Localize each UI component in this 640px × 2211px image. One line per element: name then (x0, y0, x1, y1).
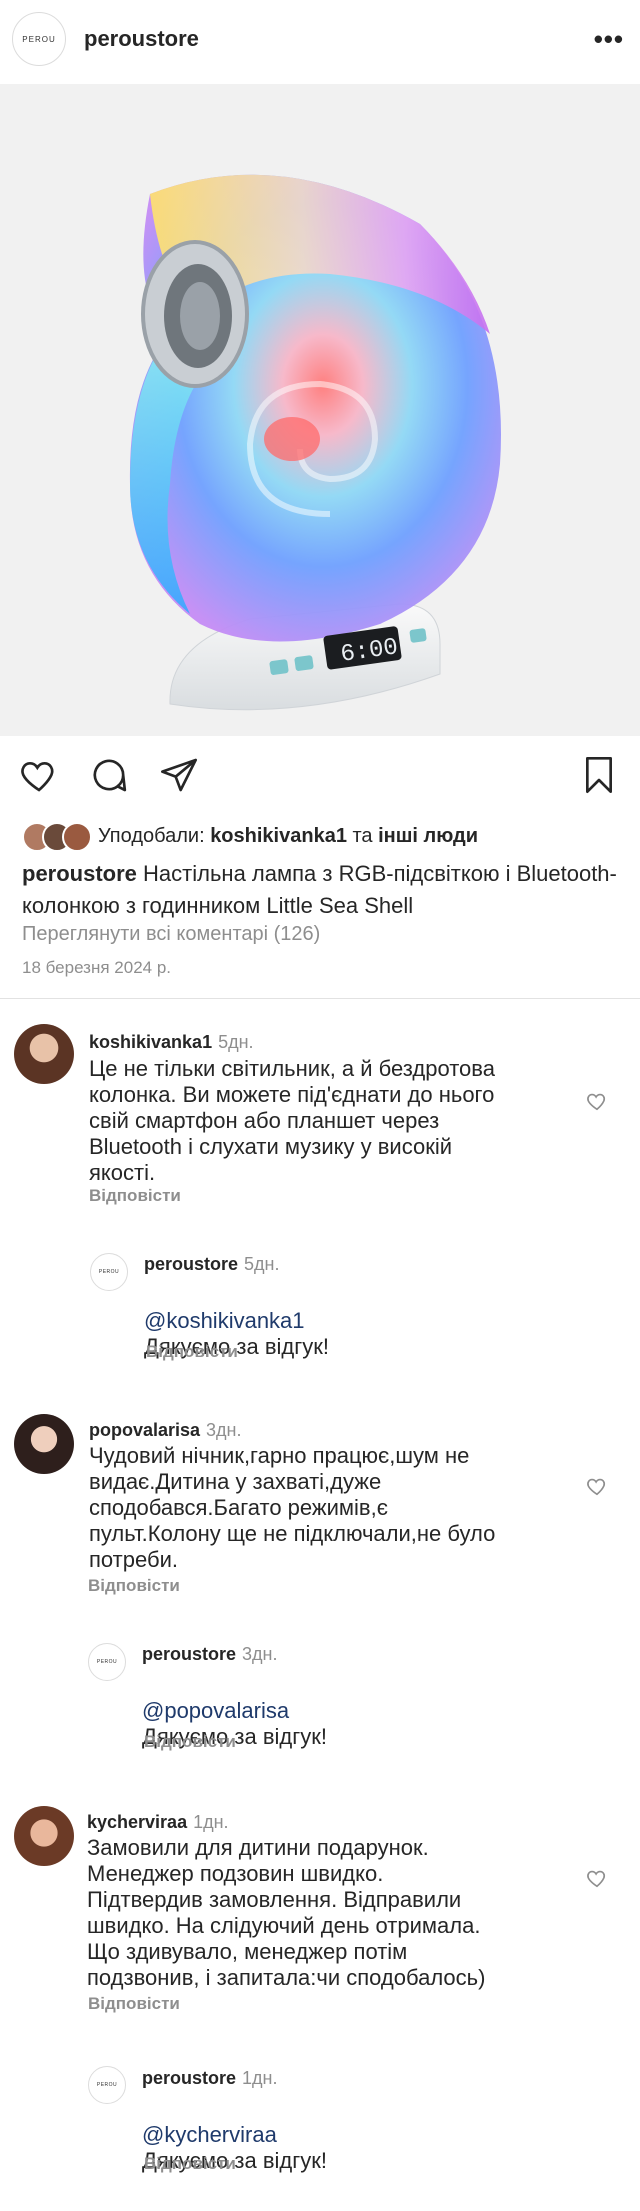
heart-icon (21, 761, 54, 792)
response-mention[interactable]: @koshikivanka1 (144, 1308, 305, 1333)
like-button[interactable] (16, 752, 62, 798)
response-username-row: peroustore 1дн. (142, 2068, 278, 2089)
reply-button[interactable]: Відповісти (144, 1732, 236, 1752)
store-logo-text: PEROU (96, 2082, 118, 2088)
post-caption: peroustore Настільна лампа з RGB-підсвіт… (22, 858, 622, 922)
save-button[interactable] (576, 752, 622, 798)
avatar[interactable] (14, 1024, 74, 1084)
response-username-row: peroustore 5дн. (144, 1254, 280, 1275)
reply-button[interactable]: Відповісти (89, 1186, 181, 1206)
comment-text: Замовили для дитини подарунок. Менеджер … (87, 1835, 486, 1990)
comment-time: 3дн. (206, 1420, 242, 1440)
divider (0, 998, 640, 999)
response-mention[interactable]: @popovalarisa (142, 1698, 289, 1723)
reply-button[interactable]: Відповісти (88, 1576, 180, 1596)
comment-time: 1дн. (193, 1812, 229, 1832)
store-avatar[interactable]: PEROU (12, 12, 66, 66)
comment-username-row: koshikivanka1 5дн. (89, 1032, 254, 1053)
reply-button[interactable]: Відповісти (146, 1342, 238, 1362)
comment-icon (93, 759, 127, 792)
more-options-icon[interactable]: ••• (594, 26, 624, 52)
store-logo-text: PEROU (98, 1269, 120, 1275)
response-mention[interactable]: @kycherviraa (142, 2122, 277, 2147)
bookmark-icon (586, 757, 612, 793)
store-avatar[interactable]: PEROU (88, 1643, 126, 1681)
seashell-lamp-image: 6:00 (129, 174, 501, 711)
comment-username[interactable]: popovalarisa (89, 1420, 200, 1440)
store-logo-text: PEROU (22, 34, 56, 44)
response-text: @popovalarisa Дякуємо за відгук! (142, 1672, 632, 1776)
comment-like-heart-icon[interactable] (586, 1867, 608, 1889)
comment-username[interactable]: kycherviraa (87, 1812, 187, 1832)
comment-username-row: kycherviraa 1дн. (87, 1812, 229, 1833)
likes-prefix: Уподобали: (98, 824, 211, 847)
post-header: PEROU peroustore ••• (0, 0, 640, 78)
comment-like-heart-icon[interactable] (586, 1475, 608, 1497)
likes-summary[interactable]: Уподобали: koshikivanka1 та інші люди (22, 820, 478, 852)
comment-text: Чудовий нічник,гарно працює,шум не видає… (89, 1443, 496, 1572)
response-time: 3дн. (242, 1644, 278, 1664)
liker-avatars (22, 820, 92, 852)
likes-others[interactable]: інші люди (378, 825, 478, 848)
response-text: @kycherviraa Дякуємо за відгук! (142, 2096, 632, 2200)
response-username[interactable]: peroustore (142, 1644, 236, 1664)
avatar (62, 822, 92, 852)
reply-button[interactable]: Відповісти (88, 1994, 180, 2014)
post-date: 18 березня 2024 р. (22, 958, 171, 977)
reply-button[interactable]: Відповісти (144, 2154, 236, 2174)
comment-username-row: popovalarisa 3дн. (89, 1420, 242, 1441)
store-logo-text: PEROU (96, 1659, 118, 1665)
caption-username[interactable]: peroustore (22, 861, 137, 886)
post-photo[interactable]: 6:00 (0, 84, 640, 736)
comment-username[interactable]: koshikivanka1 (89, 1032, 212, 1052)
likes-first-user[interactable]: koshikivanka1 (210, 825, 347, 848)
share-button[interactable] (156, 752, 202, 798)
comment-button[interactable] (86, 752, 132, 798)
store-avatar[interactable]: PEROU (90, 1253, 128, 1291)
response-username-row: peroustore 3дн. (142, 1644, 278, 1665)
avatar[interactable] (14, 1414, 74, 1474)
store-avatar[interactable]: PEROU (88, 2066, 126, 2104)
response-text: @koshikivanka1 Дякуємо за відгук! (144, 1282, 634, 1386)
likes-middle: та (346, 824, 379, 847)
header-username[interactable]: peroustore (84, 26, 199, 52)
avatar[interactable] (14, 1806, 74, 1866)
view-all-comments-link[interactable]: Переглянути всі коментарі (126) (22, 923, 320, 946)
comment-time: 5дн. (218, 1032, 254, 1052)
share-icon (161, 758, 198, 792)
response-username[interactable]: peroustore (142, 2068, 236, 2088)
response-username[interactable]: peroustore (144, 1254, 238, 1274)
comment-like-heart-icon[interactable] (586, 1090, 608, 1112)
comment-text: Це не тільки світильник, а й бездротова … (89, 1056, 495, 1185)
post-actions (0, 752, 640, 808)
response-time: 5дн. (244, 1254, 280, 1274)
response-time: 1дн. (242, 2068, 278, 2088)
